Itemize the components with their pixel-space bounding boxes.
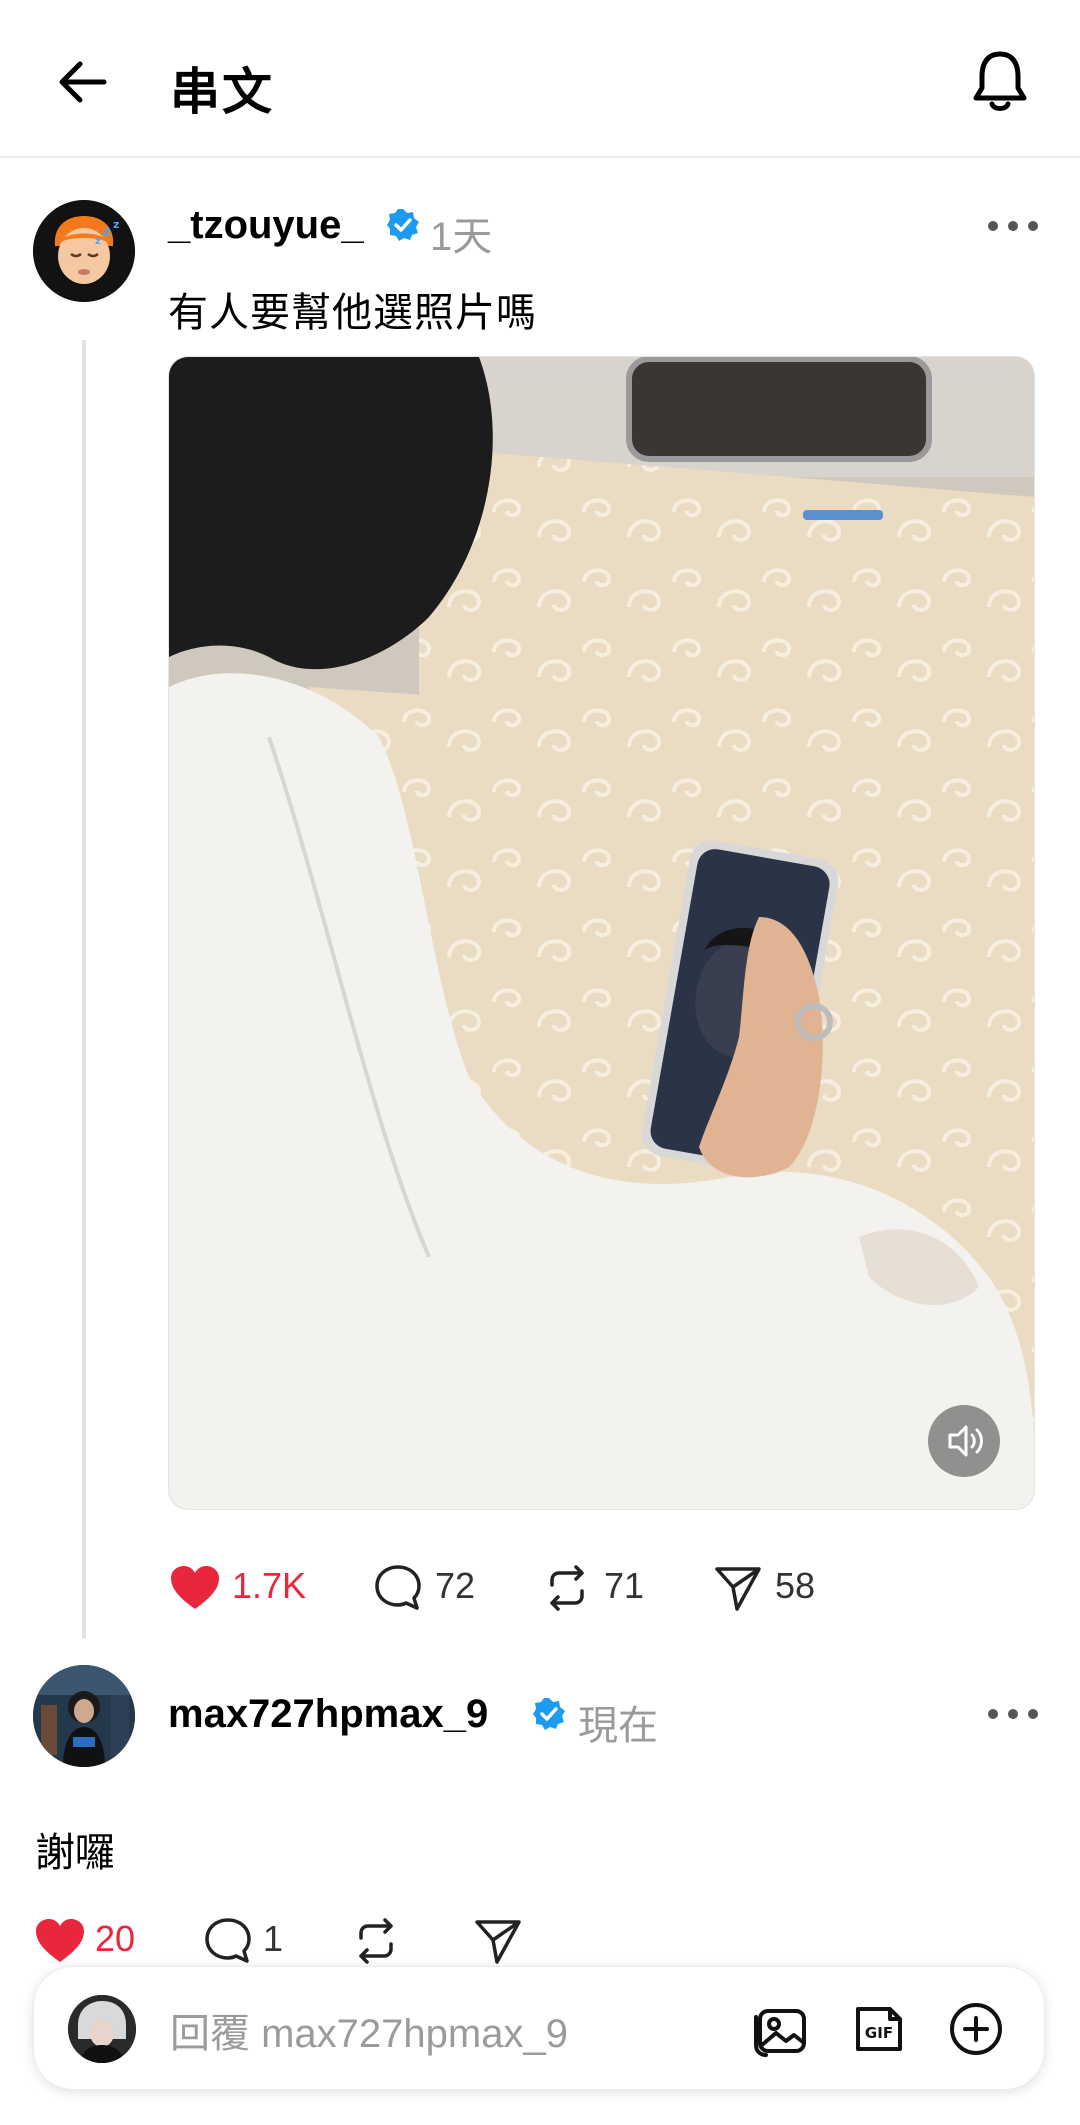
reply-comment-count: 1: [263, 1918, 284, 1959]
speaker-icon: [948, 1425, 983, 1457]
comment-button[interactable]: 72: [373, 1557, 483, 1617]
more-dots-icon: [988, 1709, 998, 1719]
reply-input[interactable]: 回覆 max727hpmax_9: [170, 2001, 568, 2059]
comment-icon: [375, 1565, 421, 1610]
post-text: 有人要幫他選照片嗎: [168, 291, 537, 335]
more-dots-icon: [988, 221, 998, 231]
like-button[interactable]: 1.7K: [168, 1557, 308, 1617]
svg-text:z: z: [103, 225, 111, 240]
reply-composer: 回覆 max727hpmax_9 GIF: [33, 1966, 1045, 2090]
memoji-avatar-image: z z z: [33, 200, 135, 302]
send-icon: [475, 1920, 521, 1964]
svg-text:z: z: [113, 218, 119, 231]
post-video[interactable]: [168, 356, 1035, 1510]
back-button[interactable]: [52, 50, 116, 114]
thread-connector-line: [82, 340, 86, 1638]
reply-comment-button[interactable]: 1: [203, 1910, 293, 1970]
gif-icon: GIF: [856, 2007, 902, 2051]
reply-more-options-button[interactable]: [988, 1706, 1038, 1722]
reply-username[interactable]: max727hpmax_9: [168, 1692, 488, 1737]
svg-text:GIF: GIF: [865, 2024, 893, 2042]
share-count: 58: [775, 1565, 816, 1606]
current-user-avatar: [68, 1995, 136, 2063]
post-username[interactable]: _tzouyue_: [168, 203, 364, 248]
post-timestamp: 1天: [430, 215, 493, 259]
profile-photo-image: [68, 1995, 136, 2063]
repost-count: 71: [604, 1565, 645, 1606]
svg-text:z: z: [95, 236, 101, 247]
reply-like-count: 20: [95, 1918, 136, 1959]
comment-icon: [205, 1918, 251, 1963]
bell-icon: [973, 51, 1027, 111]
reply-text: 謝囉: [35, 1831, 115, 1875]
reply-timestamp: 現在: [578, 1704, 658, 1748]
page-title: 串文: [170, 64, 274, 120]
like-count: 1.7K: [232, 1565, 307, 1606]
notifications-button[interactable]: [968, 46, 1032, 116]
thread-page: 串文 z z z _tzouyue_ 1天 有人要幫他選照片嗎 1.7K 72 …: [0, 0, 1080, 2125]
avatar[interactable]: z z z: [33, 200, 135, 302]
profile-photo-image: [33, 1665, 135, 1767]
add-more-button[interactable]: [942, 1995, 1010, 2063]
verified-badge-icon: [387, 209, 419, 241]
verified-badge-icon: [533, 1698, 565, 1730]
reply-share-button[interactable]: [473, 1910, 529, 1970]
plus-circle-icon: [950, 2003, 1002, 2055]
repost-icon: [550, 1565, 584, 1611]
add-gif-button[interactable]: GIF: [844, 1995, 912, 2063]
reply-like-button[interactable]: 20: [33, 1910, 143, 1970]
repost-icon: [359, 1918, 393, 1964]
heart-filled-icon: [171, 1566, 219, 1609]
share-button[interactable]: 58: [713, 1557, 823, 1617]
reply-avatar[interactable]: [33, 1665, 135, 1767]
heart-filled-icon: [36, 1919, 84, 1962]
post-action-bar: 1.7K 72 71 58: [168, 1557, 868, 1617]
send-icon: [715, 1567, 761, 1611]
reply-action-bar: 20 1: [33, 1910, 633, 1970]
add-photo-button[interactable]: [746, 1995, 814, 2063]
comment-count: 72: [435, 1565, 476, 1606]
more-options-button[interactable]: [988, 218, 1038, 234]
image-icon: [754, 2009, 806, 2057]
arrow-left-icon: [59, 61, 107, 103]
top-bar: 串文: [0, 0, 1080, 158]
reply-repost-button[interactable]: [351, 1910, 407, 1970]
sound-toggle-button[interactable]: [928, 1405, 1000, 1477]
video-frame-image: [169, 357, 1034, 1509]
repost-button[interactable]: 71: [542, 1557, 652, 1617]
